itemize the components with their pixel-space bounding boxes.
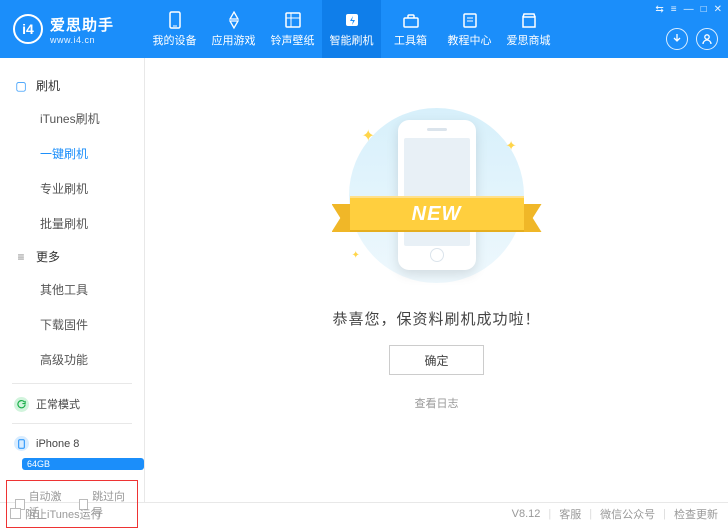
content-pane: ✦ ✦ ✦ NEW 恭喜您，保资料刷机成功啦！ 确定 查看日志 bbox=[145, 58, 728, 502]
mode-label: 正常模式 bbox=[36, 396, 80, 412]
nav-label: 应用游戏 bbox=[212, 32, 256, 48]
group-更多[interactable]: ≡ 更多 bbox=[0, 241, 144, 272]
flash-icon bbox=[342, 11, 362, 29]
nav-label: 工具箱 bbox=[394, 32, 427, 48]
nav-label: 教程中心 bbox=[448, 32, 492, 48]
maximize-icon[interactable]: □ bbox=[701, 4, 707, 15]
phone-icon bbox=[165, 11, 185, 29]
app-url: www.i4.cn bbox=[50, 35, 114, 45]
wechat-link[interactable]: 微信公众号 bbox=[600, 506, 655, 522]
menu-icon[interactable]: ≡ bbox=[671, 4, 677, 15]
toolbox-icon bbox=[401, 11, 421, 29]
nav-label: 爱思商城 bbox=[507, 32, 551, 48]
app-header: i4 爱思助手 www.i4.cn 我的设备应用游戏铃声壁纸智能刷机 工具箱 教程中… bbox=[0, 0, 728, 58]
group-title: 更多 bbox=[36, 248, 60, 265]
close-icon[interactable]: ✕ bbox=[714, 4, 722, 15]
new-ribbon: NEW bbox=[332, 190, 542, 235]
success-illustration: ✦ ✦ ✦ NEW bbox=[332, 108, 542, 283]
mode-row[interactable]: 正常模式 bbox=[0, 391, 144, 417]
nav-phone[interactable]: 我的设备 bbox=[145, 0, 204, 58]
ok-button[interactable]: 确定 bbox=[389, 345, 484, 375]
skin-icon[interactable]: ⇆ bbox=[655, 4, 663, 15]
nav-app[interactable]: 应用游戏 bbox=[204, 0, 263, 58]
media-icon bbox=[283, 11, 303, 29]
nav-toolbox[interactable]: 工具箱 bbox=[381, 0, 440, 58]
app-icon bbox=[224, 11, 244, 29]
block-itunes-checkbox[interactable]: 阻止iTunes运行 bbox=[10, 506, 102, 522]
top-nav: 我的设备应用游戏铃声壁纸智能刷机 工具箱 教程中心爱思商城 bbox=[145, 0, 558, 58]
sidebar: ▢ 刷机 iTunes刷机一键刷机专业刷机批量刷机 ≡ 更多其他工具下载固件高级功能 正… bbox=[0, 58, 145, 502]
nav-label: 铃声壁纸 bbox=[271, 32, 315, 48]
group-刷机[interactable]: ▢ 刷机 bbox=[0, 70, 144, 101]
nav-store[interactable]: 爱思商城 bbox=[499, 0, 558, 58]
nav-book[interactable]: 教程中心 bbox=[440, 0, 499, 58]
support-link[interactable]: 客服 bbox=[559, 506, 581, 522]
update-link[interactable]: 检查更新 bbox=[674, 506, 718, 522]
logo: i4 爱思助手 www.i4.cn bbox=[0, 14, 145, 45]
nav-label: 我的设备 bbox=[153, 32, 197, 48]
device-icon bbox=[14, 436, 29, 451]
group-icon: ▢ bbox=[14, 79, 28, 93]
sidebar-item[interactable]: 高级功能 bbox=[40, 342, 144, 377]
book-icon bbox=[460, 11, 480, 29]
logo-icon: i4 bbox=[13, 14, 43, 44]
user-button[interactable] bbox=[696, 28, 718, 50]
nav-label: 智能刷机 bbox=[330, 32, 374, 48]
header-actions bbox=[666, 28, 718, 50]
version-label: V8.12 bbox=[512, 508, 541, 520]
download-button[interactable] bbox=[666, 28, 688, 50]
sidebar-item[interactable]: 下载固件 bbox=[40, 307, 144, 342]
store-icon bbox=[519, 11, 539, 29]
device-name: iPhone 8 bbox=[36, 438, 79, 450]
device-row[interactable]: iPhone 8 bbox=[0, 431, 144, 456]
sidebar-item[interactable]: 一键刷机 bbox=[40, 136, 144, 171]
refresh-icon bbox=[14, 397, 29, 412]
success-message: 恭喜您，保资料刷机成功啦！ bbox=[145, 308, 728, 329]
nav-media[interactable]: 铃声壁纸 bbox=[263, 0, 322, 58]
nav-flash[interactable]: 智能刷机 bbox=[322, 0, 381, 58]
view-log-link[interactable]: 查看日志 bbox=[145, 395, 728, 411]
window-controls: ⇆ ≡ — □ ✕ bbox=[655, 4, 722, 15]
app-name: 爱思助手 bbox=[50, 14, 114, 35]
storage-badge: 64GB bbox=[22, 458, 144, 470]
main-area: ▢ 刷机 iTunes刷机一键刷机专业刷机批量刷机 ≡ 更多其他工具下载固件高级功能 正… bbox=[0, 58, 728, 502]
sidebar-item[interactable]: 其他工具 bbox=[40, 272, 144, 307]
sidebar-item[interactable]: iTunes刷机 bbox=[40, 101, 144, 136]
group-title: 刷机 bbox=[36, 77, 60, 94]
sidebar-item[interactable]: 专业刷机 bbox=[40, 171, 144, 206]
group-icon: ≡ bbox=[14, 250, 28, 264]
sidebar-item[interactable]: 批量刷机 bbox=[40, 206, 144, 241]
minimize-icon[interactable]: — bbox=[684, 4, 694, 15]
